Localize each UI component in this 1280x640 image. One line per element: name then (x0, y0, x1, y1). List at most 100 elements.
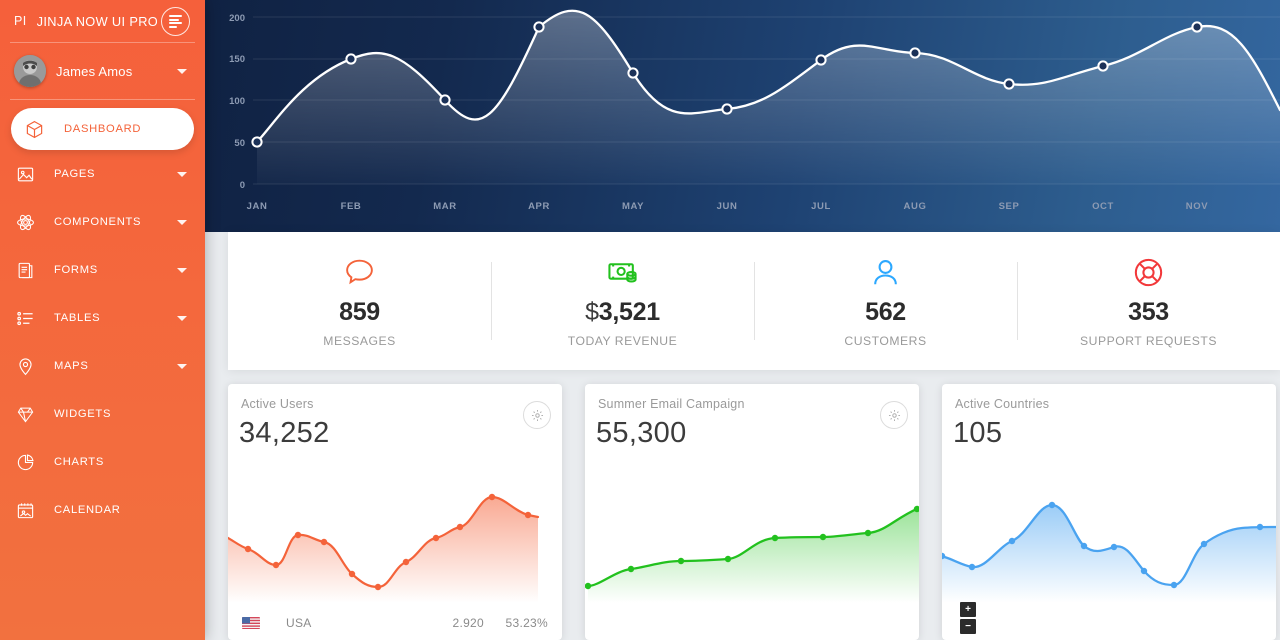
x-tick-label: OCT (1092, 201, 1114, 212)
card-sparkline (585, 443, 919, 608)
sidebar-item-label: TABLES (54, 312, 101, 324)
card-footer-row: USA 2.920 53.23% (228, 606, 562, 640)
chevron-down-icon (177, 364, 187, 369)
money-icon (491, 254, 754, 290)
document-icon (16, 261, 42, 280)
map-zoom-controls[interactable]: + − (960, 602, 976, 634)
sidebar-item-label: WIDGETS (54, 408, 112, 420)
card-title: Active Users (241, 397, 314, 411)
chevron-down-icon (177, 69, 187, 74)
stats-bar: 859 MESSAGES $3,521 TODAY REVENUE 562 CU… (228, 232, 1280, 370)
sidebar-item-label: COMPONENTS (54, 216, 142, 228)
dashboard-page: PI JINJA NOW UI PRO James Amos DASHBOARD… (0, 0, 1280, 640)
gear-icon[interactable] (523, 401, 551, 429)
stat-value: 859 (339, 298, 380, 326)
pin-icon (16, 357, 42, 376)
y-tick-label: 200 (229, 13, 245, 24)
stat-label: MESSAGES (323, 334, 396, 348)
stat-value: $3,521 (585, 298, 660, 326)
stat-label: SUPPORT REQUESTS (1080, 334, 1217, 348)
x-tick-label: APR (528, 201, 550, 212)
sidebar-item-tables[interactable]: TABLES (0, 294, 205, 342)
stat-label: CUSTOMERS (844, 334, 927, 348)
card-title: Active Countries (955, 397, 1050, 411)
user-profile[interactable]: James Amos (0, 43, 205, 99)
overview-chart-panel: 200 150 100 50 0 JAN FEB MAR APR MAY JUN… (205, 0, 1280, 232)
sidebar-item-charts[interactable]: CHARTS (0, 438, 205, 486)
stat-label: TODAY REVENUE (567, 334, 678, 348)
sidebar-item-pages[interactable]: PAGES (0, 150, 205, 198)
image-icon (16, 165, 42, 184)
sidebar-item-components[interactable]: COMPONENTS (0, 198, 205, 246)
hamburger-icon[interactable] (161, 7, 190, 36)
user-icon (754, 254, 1017, 290)
sidebar-item-label: DASHBOARD (64, 123, 142, 135)
sidebar-item-label: CALENDAR (54, 504, 121, 516)
y-tick-label: 100 (229, 96, 245, 107)
card-title: Summer Email Campaign (598, 397, 745, 411)
x-tick-label: NOV (1186, 201, 1208, 212)
card-active-users: Active Users 34,252 USA 2.920 53.23% (228, 384, 562, 640)
map-zoom-out-button[interactable]: − (960, 619, 976, 634)
sidebar-item-maps[interactable]: MAPS (0, 342, 205, 390)
calendar-icon (16, 501, 42, 520)
x-tick-label: MAY (622, 201, 644, 212)
stat-support-requests: 353 SUPPORT REQUESTS (1017, 248, 1280, 354)
map-zoom-in-button[interactable]: + (960, 602, 976, 617)
card-sparkline (228, 443, 562, 608)
sidebar-item-dashboard[interactable]: DASHBOARD (11, 108, 194, 150)
country-count: 2.920 (452, 616, 484, 630)
card-sparkline (942, 443, 1276, 608)
sidebar-item-label: MAPS (54, 360, 89, 372)
brand-header: PI JINJA NOW UI PRO (0, 0, 205, 42)
atom-icon (16, 213, 42, 232)
list-icon (16, 309, 42, 328)
y-tick-label: 0 (240, 180, 245, 191)
overview-area-chart: 200 150 100 50 0 JAN FEB MAR APR MAY JUN… (229, 9, 1280, 212)
data-point (909, 47, 921, 59)
sidebar-item-label: PAGES (54, 168, 96, 180)
chart-x-axis: JAN FEB MAR APR MAY JUN JUL AUG SEP OCT … (247, 201, 1208, 212)
y-tick-label: 150 (229, 54, 245, 65)
sidebar-item-widgets[interactable]: WIDGETS (0, 390, 205, 438)
stat-customers: 562 CUSTOMERS (754, 248, 1017, 354)
data-point (627, 67, 639, 79)
sidebar-item-forms[interactable]: FORMS (0, 246, 205, 294)
chevron-down-icon (177, 220, 187, 225)
diamond-icon (16, 405, 42, 424)
chevron-down-icon (177, 172, 187, 177)
sidebar-item-calendar[interactable]: CALENDAR (0, 486, 205, 534)
lifering-icon (1017, 254, 1280, 290)
x-tick-label: JUN (717, 201, 738, 212)
x-tick-label: SEP (999, 201, 1020, 212)
gear-icon[interactable] (880, 401, 908, 429)
chart-y-axis: 200 150 100 50 0 (229, 13, 245, 191)
card-summer-email-campaign: Summer Email Campaign 55,300 (585, 384, 919, 640)
stat-today-revenue: $3,521 TODAY REVENUE (491, 248, 754, 354)
brand-mini-label: PI (14, 14, 27, 28)
x-tick-label: AUG (904, 201, 927, 212)
stat-value: 562 (865, 298, 906, 326)
user-name: James Amos (56, 63, 133, 79)
chevron-down-icon (177, 268, 187, 273)
data-point (251, 136, 263, 148)
data-point (345, 53, 357, 65)
data-point (533, 21, 545, 33)
pie-icon (16, 453, 42, 472)
x-tick-label: MAR (433, 201, 456, 212)
stat-value: 353 (1128, 298, 1169, 326)
data-point (1097, 60, 1109, 72)
flag-usa-icon (242, 617, 260, 629)
country-name: USA (286, 616, 312, 630)
card-active-countries: Active Countries 105 + − (942, 384, 1276, 640)
data-point (439, 94, 451, 106)
avatar (14, 55, 46, 87)
data-point (1191, 21, 1203, 33)
sidebar: PI JINJA NOW UI PRO James Amos DASHBOARD… (0, 0, 205, 640)
sidebar-menu: DASHBOARD PAGES COMPONENTS FORMS TABLES … (0, 108, 205, 534)
cube-icon (16, 120, 52, 139)
x-tick-label: JUL (811, 201, 831, 212)
brand-title: JINJA NOW UI PRO (36, 13, 157, 29)
y-tick-label: 50 (234, 138, 245, 149)
sidebar-divider-bottom (10, 99, 195, 100)
